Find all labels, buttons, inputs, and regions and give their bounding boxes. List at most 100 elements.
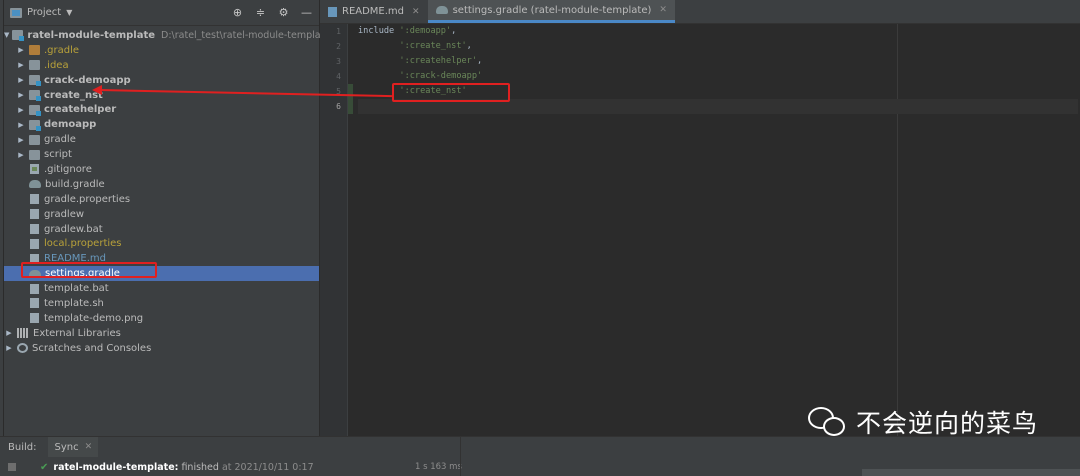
code-line[interactable]: ':create_nst', (358, 39, 1078, 54)
wechat-logo-icon (806, 404, 848, 440)
tree-item[interactable]: ▶template.sh (4, 296, 319, 311)
tree-item[interactable]: ▶gradlew (4, 207, 319, 222)
project-panel: Project ▼ ⊕ ≑ ⚙ — ▼ ratel-module-templat… (4, 0, 330, 436)
tree-item[interactable]: ▶ gradle (4, 132, 319, 147)
tree-item[interactable]: ▶ crack-demoapp (4, 73, 319, 88)
file-icon (30, 238, 39, 249)
file-icon (30, 209, 39, 220)
tree-item-label: script (44, 149, 72, 161)
build-timestamp: at 2021/10/11 0:17 (221, 461, 314, 473)
tree-item[interactable]: ▶ External Libraries (4, 326, 319, 341)
file-icon (30, 313, 39, 324)
tree-root-label: ratel-module-template (27, 29, 156, 41)
code-line[interactable]: ':createhelper', (358, 54, 1078, 69)
build-project-name: ratel-module-template: (53, 461, 179, 473)
build-result-row[interactable]: ✔ ratel-module-template: finished at 202… (0, 437, 1080, 476)
close-icon[interactable]: ✕ (659, 5, 667, 15)
tree-item-label: Scratches and Consoles (32, 342, 152, 354)
code-punct: , (466, 41, 472, 51)
tab-readme[interactable]: README.md ✕ (320, 0, 428, 23)
tree-item-label: crack-demoapp (44, 74, 131, 86)
code-line[interactable]: ':crack-demoapp' (358, 69, 1078, 84)
tree-item-label: gradle (44, 134, 76, 146)
annotation-arrow-head (92, 85, 102, 95)
chevron-right-icon[interactable]: ▶ (4, 344, 14, 352)
chevron-right-icon[interactable]: ▶ (4, 329, 14, 337)
tree-item[interactable]: ▶build.gradle (4, 177, 319, 192)
editor-tabs: README.md ✕ settings.gradle (ratel-modul… (320, 0, 1080, 24)
watermark: 不会逆向的菜鸟 (806, 404, 1038, 440)
chevron-right-icon[interactable]: ▶ (16, 76, 26, 84)
change-markers (348, 24, 354, 436)
chevron-right-icon[interactable]: ▶ (16, 91, 26, 99)
editor-area: README.md ✕ settings.gradle (ratel-modul… (320, 0, 1080, 436)
code-punct: , (477, 56, 483, 66)
chevron-right-icon[interactable]: ▶ (16, 136, 26, 144)
close-icon[interactable]: ✕ (85, 442, 93, 452)
collapse-icon[interactable]: ≑ (254, 6, 267, 19)
tree-item[interactable]: ▶ .gradle (4, 43, 319, 58)
tab-settings-gradle[interactable]: settings.gradle (ratel-module-template) … (427, 0, 675, 23)
module-folder-icon (29, 90, 41, 101)
file-icon (30, 298, 39, 309)
tree-item-label: gradlew (44, 208, 85, 220)
chevron-down-icon[interactable]: ▼ (4, 31, 9, 39)
tree-item[interactable]: ▶ Scratches and Consoles (4, 341, 319, 356)
tree-item-label: demoapp (44, 119, 97, 131)
scratches-icon (17, 343, 28, 354)
line-number: 1 (336, 27, 341, 36)
line-number: 4 (336, 72, 341, 81)
tree-item[interactable]: ▶ createhelper (4, 102, 319, 117)
gear-icon[interactable]: ⚙ (277, 6, 290, 19)
tree-item-label: .gitignore (44, 163, 92, 175)
tree-item[interactable]: ▶ .idea (4, 58, 319, 73)
library-icon (17, 328, 29, 339)
minimize-icon[interactable]: — (300, 6, 313, 19)
code-keyword (358, 71, 399, 81)
checkmark-icon: ✔ (40, 461, 49, 473)
file-icon (30, 283, 39, 294)
target-icon[interactable]: ⊕ (231, 6, 244, 19)
line-number: 6 (336, 102, 341, 111)
tree-item[interactable]: ▶ script (4, 147, 319, 162)
chevron-down-icon[interactable]: ▼ (66, 8, 72, 17)
close-icon[interactable]: ✕ (412, 7, 420, 17)
chevron-right-icon[interactable]: ▶ (16, 121, 26, 129)
tree-item[interactable]: ▶template-demo.png (4, 311, 319, 326)
tree-item[interactable]: ▶.gitignore (4, 162, 319, 177)
code-keyword (358, 41, 399, 51)
project-icon (10, 7, 22, 18)
chevron-right-icon[interactable]: ▶ (16, 61, 26, 69)
chevron-right-icon[interactable]: ▶ (16, 106, 26, 114)
annotation-box-settings-gradle (21, 262, 157, 278)
stop-icon[interactable] (8, 463, 16, 471)
tree-item[interactable]: ▶gradlew.bat (4, 222, 319, 237)
build-toolbar: Build: Sync ✕ (0, 437, 1080, 457)
panel-divider[interactable] (460, 437, 461, 476)
tab-sync[interactable]: Sync ✕ (48, 437, 99, 457)
ide-window: Project ▼ ⊕ ≑ ⚙ — ▼ ratel-module-templat… (0, 0, 1080, 476)
chevron-right-icon[interactable]: ▶ (16, 151, 26, 159)
module-folder-icon (29, 104, 41, 116)
vcs-change-marker[interactable] (348, 84, 353, 114)
chevron-right-icon[interactable]: ▶ (16, 46, 26, 54)
line-number: 3 (336, 57, 341, 66)
tree-item[interactable]: ▶local.properties (4, 236, 319, 251)
module-folder-icon (12, 30, 25, 42)
code-string: ':createhelper' (399, 56, 478, 66)
build-label: Build: (8, 441, 37, 453)
tree-item[interactable]: ▶gradle.properties (4, 192, 319, 207)
build-output-scrollbar[interactable] (862, 469, 1080, 476)
project-panel-title[interactable]: Project (27, 7, 61, 18)
tree-item[interactable]: ▶template.bat (4, 281, 319, 296)
module-folder-icon (29, 75, 41, 87)
annotation-box-code (392, 83, 510, 102)
gradle-file-icon (435, 6, 448, 14)
code-line[interactable]: include ':demoapp', (358, 24, 1078, 39)
tree-item[interactable]: ▶ demoapp (4, 117, 319, 132)
project-panel-header: Project ▼ ⊕ ≑ ⚙ — (4, 0, 319, 26)
file-icon (30, 224, 39, 235)
tree-root[interactable]: ▼ ratel-module-template D:\ratel_test\ra… (4, 28, 330, 43)
code-keyword: include (358, 26, 400, 36)
build-status: finished (181, 461, 219, 473)
